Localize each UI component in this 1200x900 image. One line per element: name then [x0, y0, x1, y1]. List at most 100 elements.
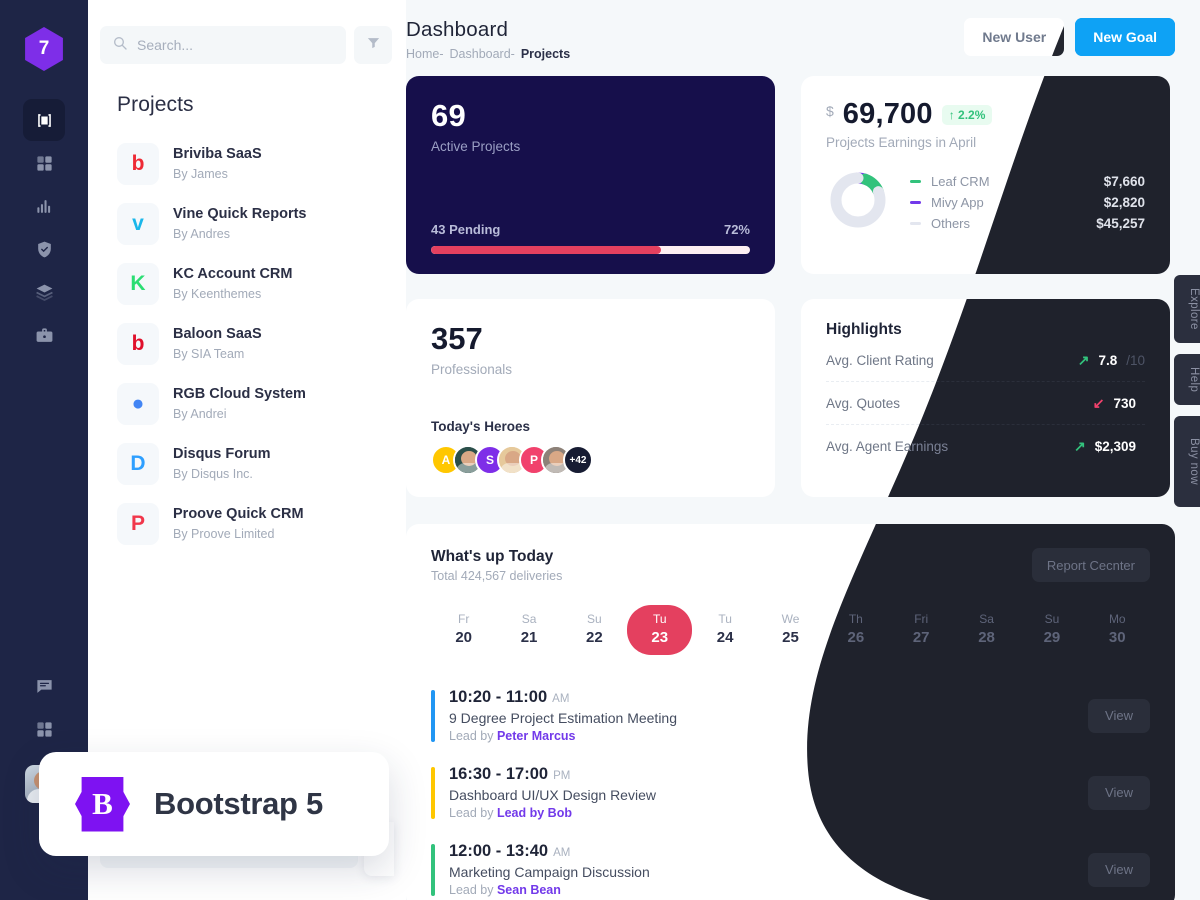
pending-label: 43 Pending [431, 222, 501, 237]
new-goal-button[interactable]: New Goal [1075, 18, 1175, 56]
progress-percent: 72% [723, 222, 750, 237]
rail-shield-check-icon[interactable] [23, 228, 65, 270]
legend-value: $7,660 [1103, 174, 1145, 189]
currency-symbol: $ [826, 103, 834, 119]
page-title: Dashboard [406, 18, 509, 41]
breadcrumb-item[interactable]: Projects [521, 47, 570, 61]
list-item[interactable]: v Vine Quick Reports By Andres [88, 194, 406, 254]
view-button[interactable]: View [1088, 699, 1150, 733]
project-logo-icon: v [117, 203, 159, 245]
project-owner: By James [173, 167, 228, 182]
heroes-avatars: A S P +42 [431, 445, 750, 475]
rail-bar-chart-icon[interactable] [23, 185, 65, 227]
whats-up-title: What's up Today [431, 548, 554, 565]
day-number: 26 [847, 629, 865, 646]
trend-up-icon: ↗ [1073, 438, 1086, 454]
project-name: Proove Quick CRM [173, 506, 304, 523]
day-number: 21 [520, 629, 538, 646]
search-input[interactable]: Search... [100, 26, 346, 64]
day-of-week: Tu [652, 612, 667, 626]
project-owner: By Andres [173, 227, 230, 242]
rail-grid-icon-2[interactable] [23, 708, 65, 750]
highlight-label: Avg. Quotes [826, 396, 901, 411]
event-time: 10:20 - 11:00AM [449, 688, 570, 706]
calendar-day[interactable]: Su 29 [1019, 605, 1084, 655]
list-item[interactable]: ● RGB Cloud System By Andrei [88, 374, 406, 434]
event-title: Dashboard UI/UX Design Review [449, 787, 656, 803]
view-button[interactable]: View [1088, 776, 1150, 810]
list-item[interactable]: b Briviba SaaS By James [88, 134, 406, 194]
event-lead-name[interactable]: Peter Marcus [497, 729, 576, 743]
event-ampm: AM [552, 693, 570, 705]
event-color-bar [431, 843, 435, 896]
rail-layers-icon[interactable] [23, 271, 65, 313]
rail-briefcase-icon[interactable] [23, 314, 65, 356]
breadcrumb-item[interactable]: Dashboard- [450, 47, 515, 61]
new-user-button[interactable]: New User [964, 18, 1065, 56]
bootstrap-badge: B Bootstrap 5 [39, 752, 389, 856]
event-ampm: AM [553, 847, 571, 859]
rail-chat-icon[interactable] [23, 665, 65, 707]
active-projects-card: 69 Active Projects 43 Pending 72% [406, 76, 775, 274]
side-tab-buy-now[interactable]: Buy now [1174, 416, 1200, 507]
event-lead-name[interactable]: Lead by Bob [497, 806, 572, 820]
calendar-day[interactable]: Tu 24 [692, 605, 757, 655]
active-projects-value: 69 [431, 98, 467, 133]
event-lead: Lead by Sean Bean [449, 883, 561, 897]
project-logo-icon: b [117, 143, 159, 185]
event-lead-name[interactable]: Sean Bean [497, 883, 561, 897]
list-item[interactable]: P Proove Quick CRM By Proove Limited [88, 494, 406, 554]
list-item[interactable]: b Baloon SaaS By SIA Team [88, 314, 406, 374]
donut-chart [826, 168, 890, 237]
day-number: 29 [1043, 629, 1061, 646]
rail-box-icon[interactable] [23, 99, 65, 141]
calendar-day[interactable]: We 25 [758, 605, 823, 655]
event-title: Marketing Campaign Discussion [449, 864, 650, 880]
filter-icon [366, 35, 381, 55]
calendar-day[interactable]: Mo 30 [1085, 605, 1150, 655]
day-number: 28 [978, 629, 995, 646]
day-of-week: Su [587, 612, 602, 626]
highlight-value: 730 [1113, 396, 1136, 411]
side-tab-help[interactable]: Help [1174, 353, 1200, 406]
calendar-day[interactable]: Sa 21 [496, 605, 561, 655]
list-item[interactable]: D Disqus Forum By Disqus Inc. [88, 434, 406, 494]
progress-bar [431, 246, 750, 254]
app-logo[interactable]: 7 [25, 27, 63, 71]
project-owner: By SIA Team [173, 347, 245, 362]
day-of-week: Su [1044, 612, 1060, 626]
calendar-day[interactable]: Tu 23 [627, 605, 693, 655]
day-of-week: We [781, 612, 800, 626]
day-of-week: Sa [521, 612, 537, 626]
event-time: 16:30 - 17:00PM [449, 765, 571, 783]
calendar-day[interactable]: Fri 27 [889, 605, 954, 655]
project-logo-icon: K [117, 263, 159, 305]
legend-label: Others [931, 216, 971, 231]
event-color-bar [431, 689, 435, 742]
projects-title: Projects [117, 93, 194, 116]
calendar-day[interactable]: Su 22 [562, 605, 627, 655]
legend-swatch-icon [910, 222, 921, 225]
calendar-day[interactable]: Sa 28 [954, 605, 1019, 655]
legend-swatch-icon [910, 180, 921, 183]
event-lead: Lead by Lead by Bob [449, 806, 572, 820]
calendar-day[interactable]: Fr 20 [431, 605, 496, 655]
highlight-label: Avg. Client Rating [826, 353, 934, 368]
list-item[interactable]: K KC Account CRM By Keenthemes [88, 254, 406, 314]
report-center-button[interactable]: Report Cecnter [1032, 548, 1150, 582]
breadcrumb-item[interactable]: Home- [406, 47, 444, 61]
view-button[interactable]: View [1088, 853, 1150, 887]
earnings-amount: 69,700 [842, 98, 933, 130]
avatar[interactable]: +42 [563, 445, 593, 475]
filter-button[interactable] [354, 26, 392, 64]
highlight-value-group: ↙ 730 [1093, 395, 1145, 412]
highlight-value: 7.8 [1098, 353, 1118, 368]
rail-grid-icon[interactable] [23, 142, 65, 184]
side-tab-explore[interactable]: Explore [1174, 275, 1200, 343]
day-of-week: Sa [979, 612, 994, 626]
day-number: 27 [912, 629, 930, 646]
project-logo-icon: b [117, 323, 159, 365]
legend-label: Leaf CRM [931, 174, 990, 189]
project-owner: By Andrei [173, 407, 227, 422]
project-owner: By Keenthemes [173, 287, 262, 302]
